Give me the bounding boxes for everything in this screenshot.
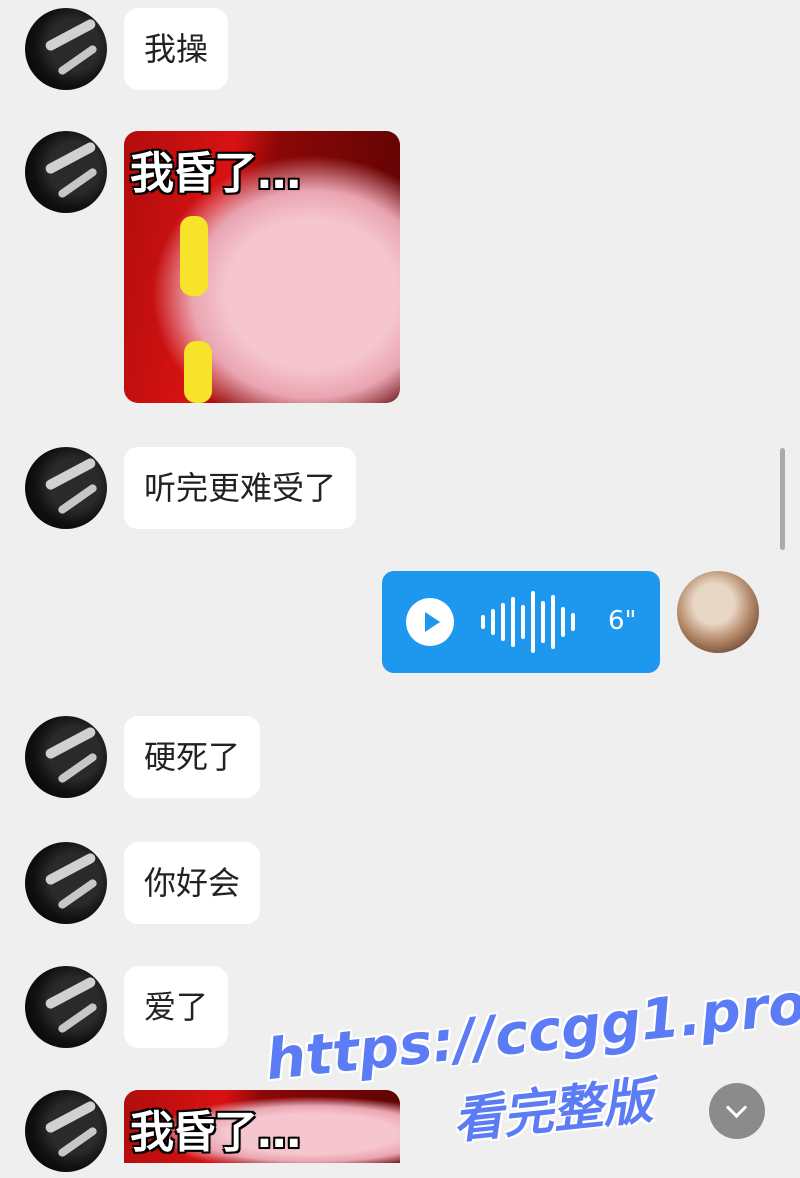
contact-avatar[interactable] (25, 8, 107, 90)
chevron-down-icon[interactable] (709, 1083, 765, 1139)
contact-avatar[interactable] (25, 716, 107, 798)
voice-message-bubble[interactable]: 6" (382, 571, 660, 673)
text-bubble[interactable]: 听完更难受了 (124, 447, 357, 529)
sticker-image[interactable]: 我昏了... (124, 131, 400, 403)
contact-avatar[interactable] (25, 842, 107, 924)
text-bubble[interactable]: 爱了 (124, 966, 229, 1048)
text-bubble[interactable]: 硬死了 (124, 716, 261, 798)
voice-duration: 6" (608, 606, 637, 636)
watermark-subtitle: 看完整版 (450, 1071, 656, 1150)
text-bubble[interactable]: 我操 (124, 8, 229, 90)
waveform-icon (481, 591, 591, 653)
contact-avatar[interactable] (25, 966, 107, 1048)
text-bubble[interactable]: 你好会 (124, 842, 261, 924)
play-icon[interactable] (406, 598, 454, 646)
contact-avatar[interactable] (25, 131, 107, 213)
sticker-caption: 我昏了... (130, 148, 302, 199)
watermark: https://ccgg1.pro 看完整版 (261, 952, 800, 1178)
contact-avatar[interactable] (25, 447, 107, 529)
contact-avatar[interactable] (25, 1090, 107, 1172)
self-avatar[interactable] (677, 571, 759, 653)
scrollbar[interactable] (780, 448, 785, 550)
